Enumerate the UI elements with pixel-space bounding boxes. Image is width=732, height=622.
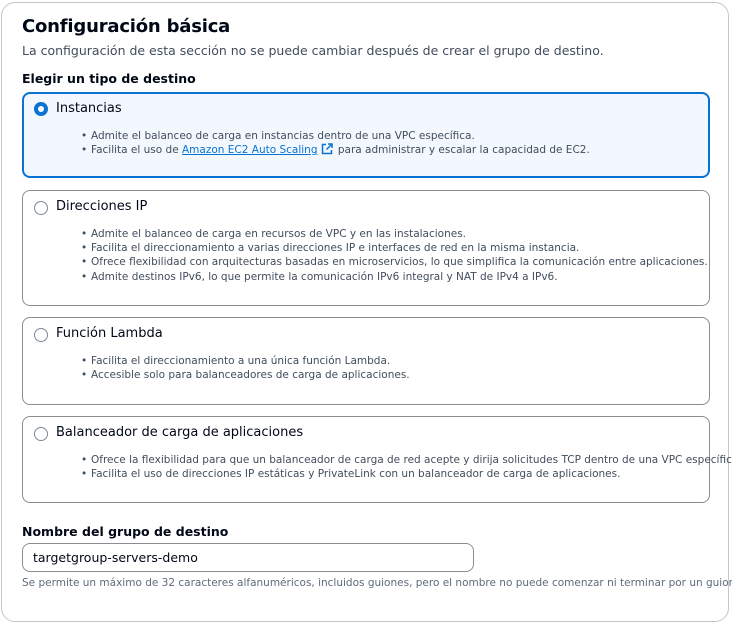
option-bullets-instancias: Admite el balanceo de carga en instancia… — [81, 129, 590, 159]
list-item: Admite destinos IPv6, lo que permite la … — [81, 270, 708, 284]
target-group-name-input[interactable] — [22, 543, 474, 572]
target-type-option-balanceador[interactable]: Balanceador de carga de aplicaciones Ofr… — [22, 416, 732, 503]
option-label-direcciones-ip: Direcciones IP — [56, 199, 148, 214]
radio-funcion-lambda[interactable] — [34, 328, 48, 342]
list-item: Facilita el uso de direcciones IP estáti… — [81, 467, 732, 481]
option-label-funcion-lambda: Función Lambda — [56, 326, 163, 341]
target-type-option-instancias[interactable]: Instancias Admite el balanceo de carga e… — [22, 92, 710, 178]
bullet-text: Facilita el uso de — [91, 144, 179, 157]
option-bullets-direcciones-ip: Admite el balanceo de carga en recursos … — [81, 227, 708, 284]
option-label-balanceador: Balanceador de carga de aplicaciones — [56, 425, 304, 440]
target-group-name-label: Nombre del grupo de destino — [22, 524, 229, 539]
target-type-option-funcion-lambda[interactable]: Función Lambda Facilita el direccionamie… — [22, 317, 710, 405]
section-title: Configuración básica — [22, 16, 231, 37]
option-bullets-funcion-lambda: Facilita el direccionamiento a una única… — [81, 354, 410, 383]
bullet-text: para administrar y escalar la capacidad … — [337, 144, 590, 157]
list-item: Facilita el direccionamiento a una única… — [81, 354, 410, 368]
list-item: Admite el balanceo de carga en instancia… — [81, 129, 590, 143]
list-item: Ofrece flexibilidad con arquitecturas ba… — [81, 255, 708, 269]
target-type-label: Elegir un tipo de destino — [22, 71, 196, 86]
option-label-instancias: Instancias — [56, 101, 122, 116]
target-type-option-direcciones-ip[interactable]: Direcciones IP Admite el balanceo de car… — [22, 190, 710, 306]
external-link-icon[interactable] — [321, 143, 333, 159]
radio-balanceador[interactable] — [34, 427, 48, 441]
radio-instancias[interactable] — [34, 102, 48, 116]
ec2-auto-scaling-link[interactable]: Amazon EC2 Auto Scaling — [182, 144, 318, 156]
list-item: Admite el balanceo de carga en recursos … — [81, 227, 708, 241]
target-group-name-hint: Se permite un máximo de 32 caracteres al… — [22, 577, 732, 589]
list-item: Facilita el uso de Amazon EC2 Auto Scali… — [81, 143, 590, 159]
list-item: Ofrece la flexibilidad para que un balan… — [81, 453, 732, 467]
option-bullets-balanceador: Ofrece la flexibilidad para que un balan… — [81, 453, 732, 482]
radio-direcciones-ip[interactable] — [34, 201, 48, 215]
list-item: Facilita el direccionamiento a varias di… — [81, 241, 708, 255]
section-description: La configuración de esta sección no se p… — [22, 43, 604, 58]
link-text: Amazon EC2 Auto Scaling — [182, 144, 318, 157]
list-item: Accesible solo para balanceadores de car… — [81, 368, 410, 382]
